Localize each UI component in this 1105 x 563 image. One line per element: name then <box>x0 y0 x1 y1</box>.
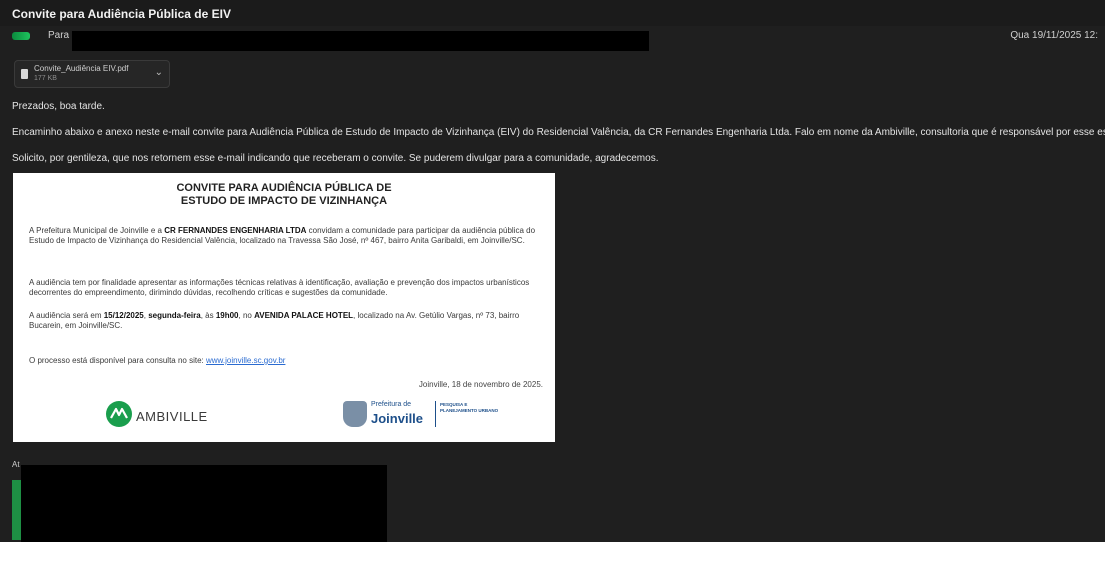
joinville-crest-icon <box>343 401 367 427</box>
joinville-prefeitura-logo: Prefeitura de Joinville PESQUISA E PLANE… <box>343 399 503 433</box>
logo-joinville-text: Joinville <box>371 411 424 426</box>
body-paragraph-2: Solicito, por gentileza, que nos retorne… <box>12 153 659 164</box>
invite-event-date: 15/12/2025 <box>103 311 144 320</box>
invite-paragraph-1: A Prefeitura Municipal de Joinville e a … <box>29 226 544 246</box>
attachment-size: 177 KB <box>34 75 57 82</box>
invite-p3-text-2: , às <box>200 311 216 320</box>
invitation-image: CONVITE PARA AUDIÊNCIA PÚBLICA DE ESTUDO… <box>13 173 555 442</box>
received-date: Qua 19/11/2025 12: <box>1010 30 1098 41</box>
redacted-recipients <box>72 31 649 51</box>
invite-company-name: CR FERNANDES ENGENHARIA LTDA <box>164 226 307 235</box>
invite-p3-text: A audiência será em <box>29 311 104 320</box>
greeting-text: Prezados, boa tarde. <box>12 101 105 112</box>
invite-paragraph-4: O processo está disponível para consulta… <box>29 356 544 366</box>
body-paragraph-1: Encaminho abaixo e anexo neste e-mail co… <box>12 127 1105 138</box>
invite-event-time: 19h00 <box>215 311 239 320</box>
invite-website-link: www.joinville.sc.gov.br <box>206 356 286 365</box>
logo-divider <box>435 401 436 427</box>
pdf-file-icon <box>21 69 28 79</box>
email-subject: Convite para Audiência Pública de EIV <box>12 7 231 21</box>
invite-event-place: AVENIDA PALACE HOTEL <box>254 311 354 320</box>
to-label: Para <box>48 30 70 41</box>
invite-p1-text: A Prefeitura Municipal de Joinville e a <box>29 226 165 235</box>
ambiville-wave-icon <box>110 407 128 419</box>
ambiville-logo-mark <box>106 401 132 427</box>
sender-row: Para Qua 19/11/2025 12: <box>12 30 1102 51</box>
invite-paragraph-2: A audiência tem por finalidade apresenta… <box>29 278 530 297</box>
bottom-blank-area <box>0 542 1105 563</box>
attachment-card[interactable]: Convite_Audiência EIV.pdf 177 KB ⌄ <box>14 60 170 88</box>
invite-title-line1: CONVITE PARA AUDIÊNCIA PÚBLICA DE <box>176 182 392 194</box>
ambiville-logo: AMBIVILLE <box>106 401 246 431</box>
logo-prefeitura-text: Prefeitura de <box>371 401 412 408</box>
ambiville-logo-text: AMBIVILLE <box>136 409 208 424</box>
window-titlebar: Convite para Audiência Pública de EIV <box>0 0 1105 27</box>
logo-secretaria-text: PESQUISA E PLANEJAMENTO URBANO <box>440 402 499 413</box>
invite-title-line2: ESTUDO DE IMPACTO DE VIZINHANÇA <box>180 195 388 207</box>
chevron-down-icon[interactable]: ⌄ <box>155 67 163 78</box>
attachment-filename: Convite_Audiência EIV.pdf <box>34 64 129 73</box>
invite-p4-text: O processo está disponível para consulta… <box>29 356 206 365</box>
invite-paragraph-3: A audiência será em 15/12/2025, segunda-… <box>29 311 544 331</box>
sender-avatar[interactable] <box>12 32 30 40</box>
invite-date-place: Joinville, 18 de novembro de 2025. <box>418 380 543 389</box>
invite-event-weekday: segunda-feira <box>148 311 201 320</box>
invite-p3-text-3: , no <box>238 311 255 320</box>
signature-initial: At <box>12 460 20 469</box>
